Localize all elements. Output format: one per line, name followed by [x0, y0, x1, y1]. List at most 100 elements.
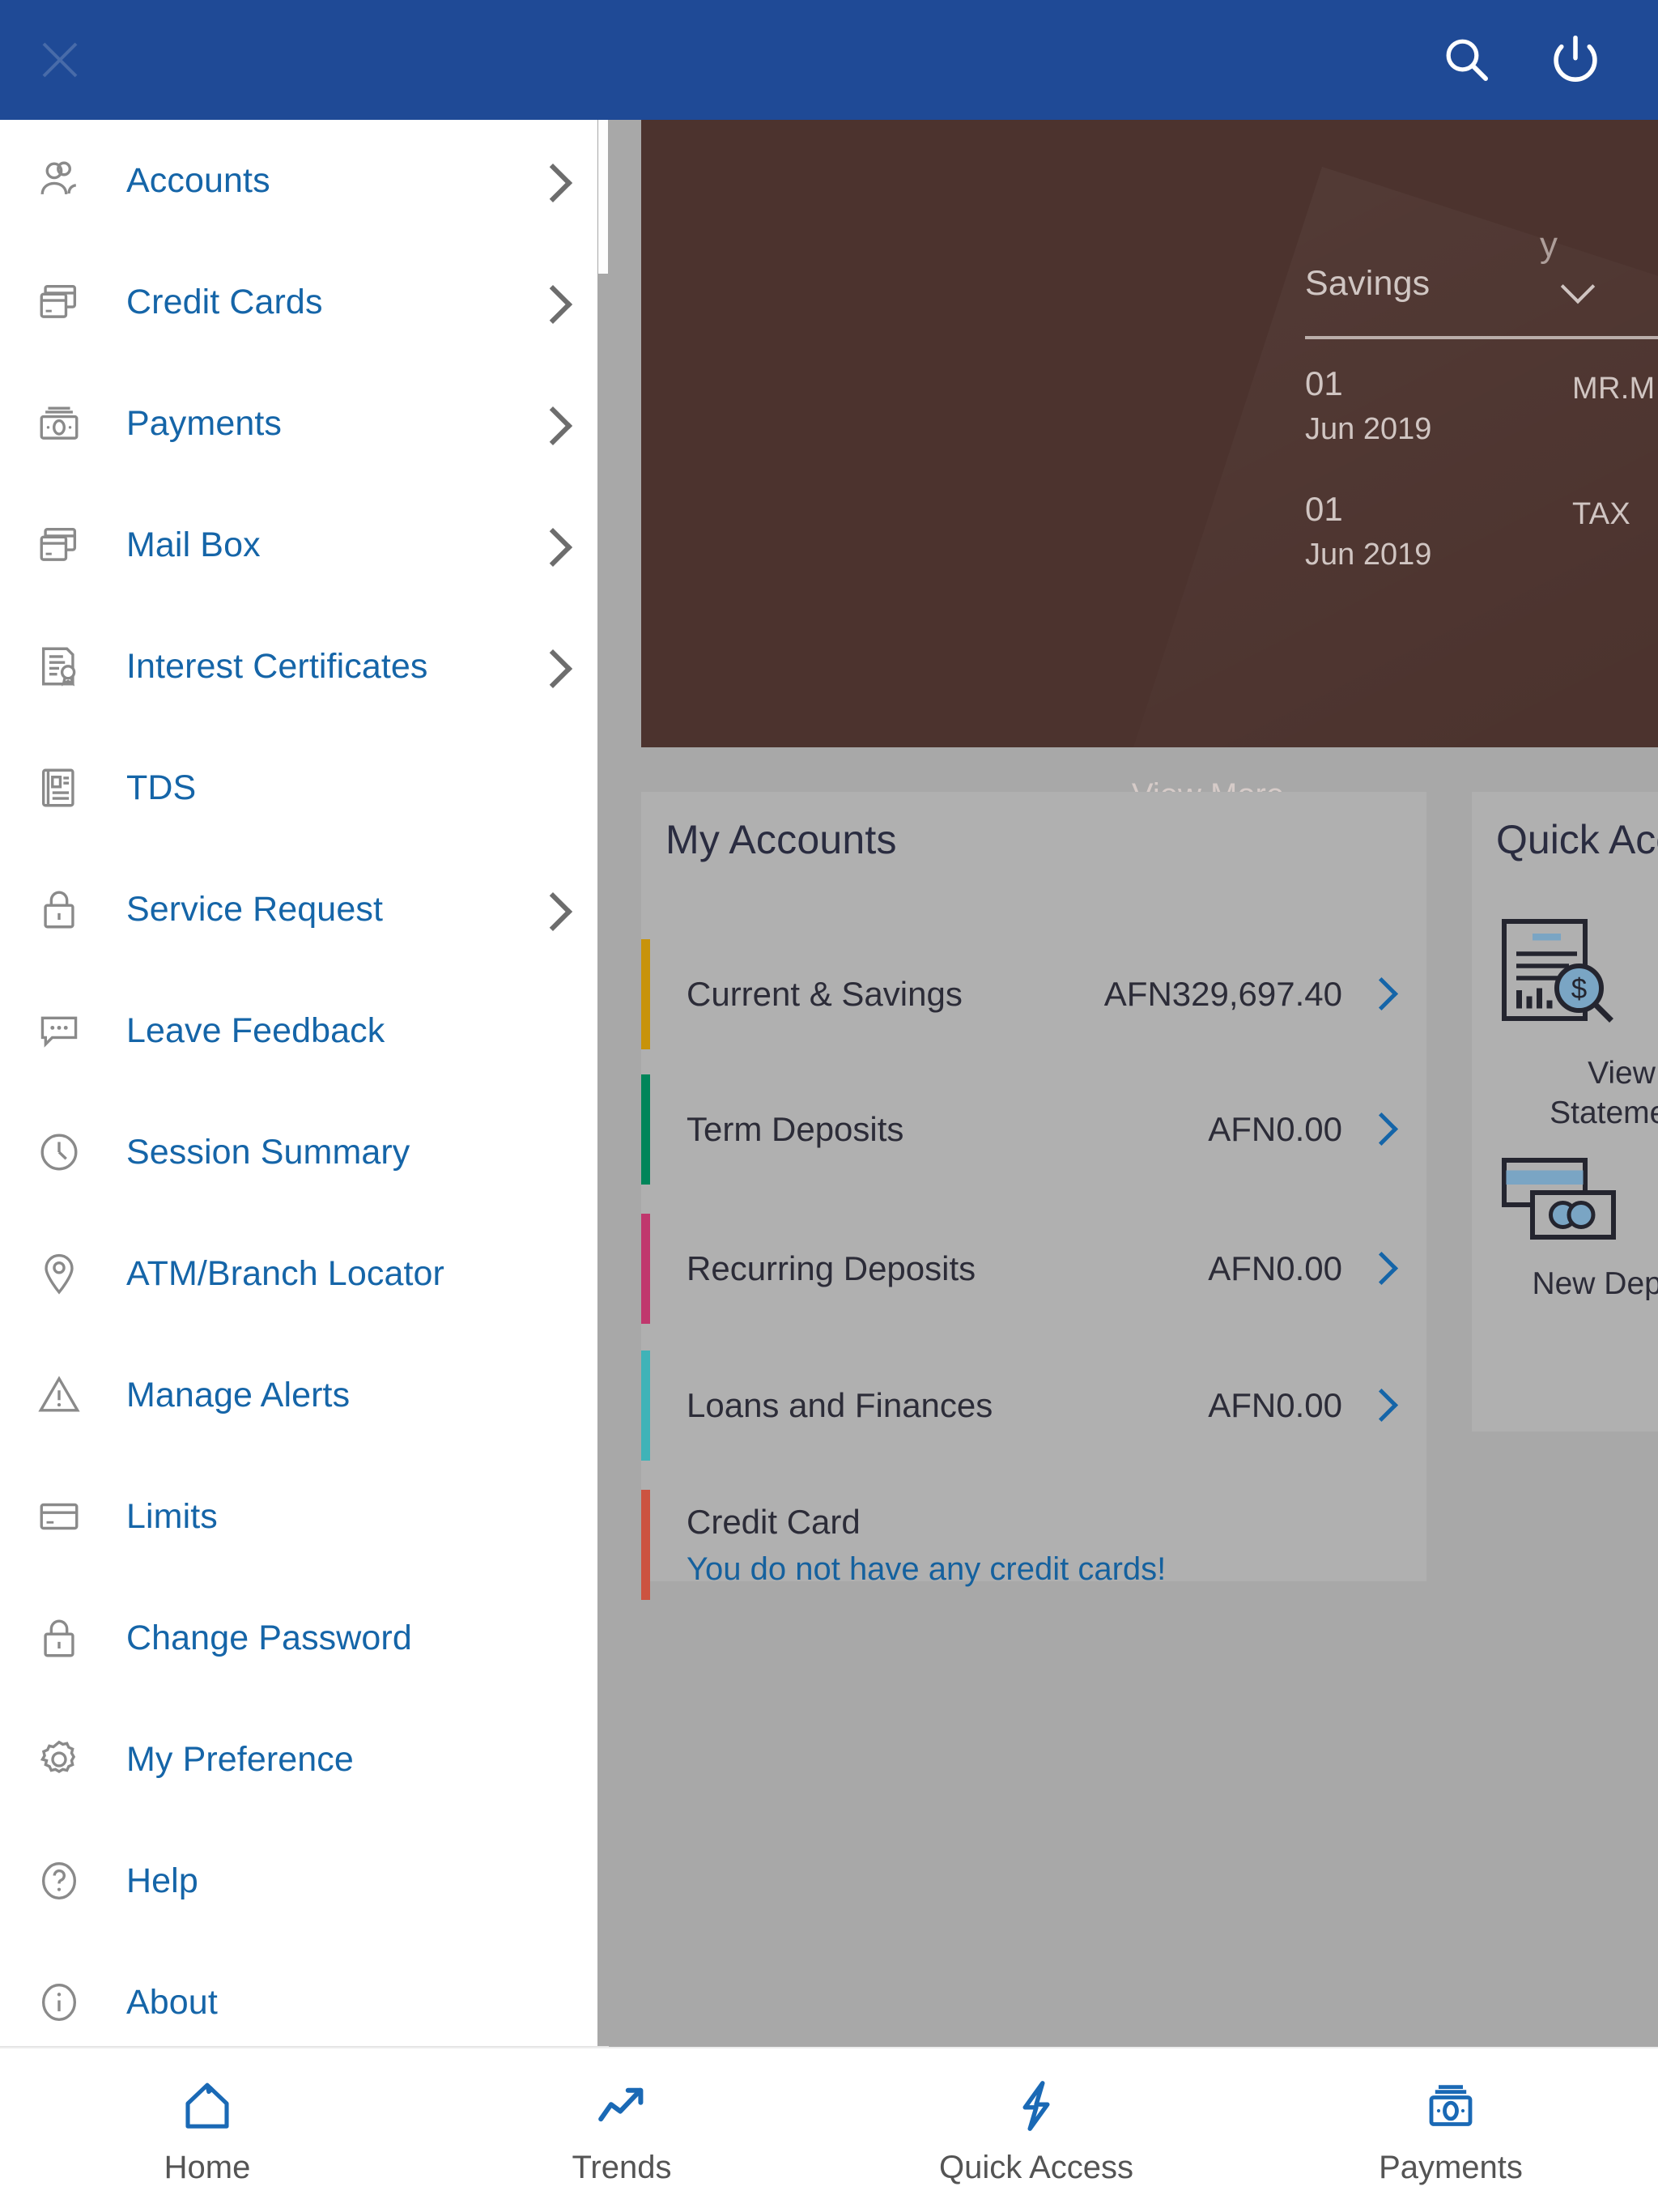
my-accounts-title: My Accounts — [665, 817, 897, 862]
tab-quick-access[interactable]: Quick Access — [829, 2048, 1244, 2212]
account-accent-bar — [641, 1074, 650, 1185]
clock-icon — [34, 1127, 84, 1177]
sidebar-item-my-preference[interactable]: My Preference — [0, 1699, 609, 1820]
transaction-day: 01 — [1305, 364, 1343, 402]
chat-bubble-icon — [34, 1006, 84, 1056]
account-label: Loans and Finances — [687, 1386, 993, 1424]
account-row-credit-card[interactable]: Credit Card You do not have any credit c… — [641, 1476, 1426, 1614]
account-accent-bar — [641, 1490, 650, 1600]
home-icon — [176, 2075, 238, 2137]
sidebar-item-accounts[interactable]: Accounts — [0, 120, 609, 241]
sidebar-item-label: Interest Certificates — [126, 646, 428, 686]
quick-access-item-new-deposit[interactable]: New Deposit — [1488, 1148, 1658, 1304]
quick-access-item-view-statement[interactable]: $ View Statement — [1488, 913, 1658, 1134]
sidebar-item-label: Payments — [126, 403, 282, 443]
tab-label: Payments — [1379, 2149, 1523, 2185]
sidebar-item-label: TDS — [126, 768, 197, 807]
bottom-tab-bar: Home Trends Quick Access Payments — [0, 2047, 1658, 2212]
quick-access-title: Quick Access — [1496, 817, 1658, 862]
sidebar-item-help[interactable]: Help — [0, 1820, 609, 1942]
account-accent-bar — [641, 939, 650, 1049]
accounts-people-icon — [34, 155, 84, 206]
sidebar-item-label: My Preference — [126, 1739, 354, 1779]
close-x-icon[interactable] — [36, 36, 84, 84]
transaction-row[interactable]: 01 Jun 2019 TAX — [1305, 490, 1658, 571]
quick-access-item-label: View Statement — [1550, 1056, 1658, 1130]
credit-card-empty-message: You do not have any credit cards! — [687, 1551, 1167, 1587]
tab-home[interactable]: Home — [0, 2048, 414, 2212]
sidebar-item-service-request[interactable]: Service Request — [0, 849, 609, 970]
certificate-icon — [34, 641, 84, 691]
tab-label: Quick Access — [938, 2149, 1134, 2185]
sidebar-item-leave-feedback[interactable]: Leave Feedback — [0, 970, 609, 1091]
lock-icon — [34, 884, 84, 934]
view-statement-icon: $ — [1488, 913, 1658, 1043]
tab-payments[interactable]: Payments — [1244, 2048, 1658, 2212]
recent-transactions-card: y Savings 01 Jun 2019 MR.MILAD NABI 01 J… — [641, 120, 1658, 747]
sidebar-item-manage-alerts[interactable]: Manage Alerts — [0, 1334, 609, 1456]
drawer-scrollbar-thumb[interactable] — [598, 120, 608, 274]
transaction-date: 01 Jun 2019 — [1305, 490, 1572, 571]
sidebar-item-label: Service Request — [126, 889, 383, 929]
sidebar-item-label: Manage Alerts — [126, 1375, 351, 1414]
tab-label: Trends — [572, 2149, 672, 2185]
sidebar-item-session-summary[interactable]: Session Summary — [0, 1091, 609, 1213]
svg-text:$: $ — [1571, 973, 1587, 1005]
tab-label: Home — [164, 2149, 251, 2185]
my-accounts-card: My Accounts Current & Savings AFN329,697… — [641, 792, 1426, 1600]
new-deposit-icon — [1488, 1148, 1658, 1253]
chevron-right-icon — [1367, 1113, 1399, 1146]
lightning-bolt-icon — [1005, 2075, 1067, 2137]
sidebar-item-label: Accounts — [126, 160, 270, 200]
sidebar-item-payments[interactable]: Payments — [0, 363, 609, 484]
chevron-right-icon — [1367, 1253, 1399, 1285]
account-label: Term Deposits — [687, 1110, 904, 1148]
navigation-drawer: Accounts Credit Cards Payments Mail Box … — [0, 120, 609, 2047]
info-circle-icon — [34, 1977, 84, 2027]
sidebar-item-credit-cards[interactable]: Credit Cards — [0, 241, 609, 363]
clipped-header-glyph: y — [1540, 225, 1558, 265]
sidebar-item-label: Limits — [126, 1496, 218, 1536]
sidebar-item-mail-box[interactable]: Mail Box — [0, 484, 609, 606]
power-logout-icon[interactable] — [1546, 31, 1605, 89]
credit-cards-icon — [34, 277, 84, 327]
sidebar-item-about[interactable]: About — [0, 1942, 609, 2046]
drawer-scrollbar-track[interactable] — [597, 120, 609, 2046]
app-bar-actions — [1438, 31, 1605, 89]
payments-money-icon — [1420, 2075, 1482, 2137]
transaction-day: 01 — [1305, 490, 1343, 528]
chevron-right-icon — [538, 527, 570, 563]
account-amount: AFN0.00 — [1208, 1249, 1342, 1287]
chevron-down-icon — [1562, 274, 1596, 294]
sidebar-item-tds[interactable]: TDS — [0, 727, 609, 849]
sidebar-item-change-password[interactable]: Change Password — [0, 1577, 609, 1699]
account-label: Current & Savings — [687, 975, 963, 1013]
app-bar — [0, 0, 1658, 120]
transaction-date: 01 Jun 2019 — [1305, 367, 1572, 445]
account-row-recurring-deposits[interactable]: Recurring Deposits AFN0.00 — [641, 1200, 1426, 1338]
transaction-row[interactable]: 01 Jun 2019 MR.MILAD NABI — [1305, 367, 1658, 445]
quick-access-card: Quick Access $ — [1472, 792, 1658, 1431]
lock-icon — [34, 1613, 84, 1663]
question-circle-icon — [34, 1856, 84, 1906]
chevron-right-icon — [538, 163, 570, 198]
account-amount: AFN0.00 — [1208, 1386, 1342, 1424]
account-accent-bar — [641, 1351, 650, 1461]
sidebar-item-interest-certificates[interactable]: Interest Certificates — [0, 606, 609, 727]
sidebar-item-label: About — [126, 1982, 218, 2022]
chevron-right-icon — [538, 406, 570, 441]
sidebar-item-label: Credit Cards — [126, 282, 323, 321]
account-row-current-savings[interactable]: Current & Savings AFN329,697.40 — [641, 925, 1426, 1063]
gear-icon — [34, 1734, 84, 1784]
account-row-loans-finances[interactable]: Loans and Finances AFN0.00 — [641, 1337, 1426, 1474]
tab-trends[interactable]: Trends — [414, 2048, 829, 2212]
search-icon[interactable] — [1438, 31, 1496, 89]
account-row-term-deposits[interactable]: Term Deposits AFN0.00 — [641, 1061, 1426, 1198]
sidebar-item-limits[interactable]: Limits — [0, 1456, 609, 1577]
account-selector[interactable]: Savings — [1305, 264, 1658, 339]
payments-money-icon — [34, 398, 84, 449]
chevron-right-icon — [1367, 978, 1399, 1010]
sidebar-item-label: Session Summary — [126, 1132, 410, 1172]
sidebar-item-atm-branch-locator[interactable]: ATM/Branch Locator — [0, 1213, 609, 1334]
sidebar-item-label: ATM/Branch Locator — [126, 1253, 444, 1293]
